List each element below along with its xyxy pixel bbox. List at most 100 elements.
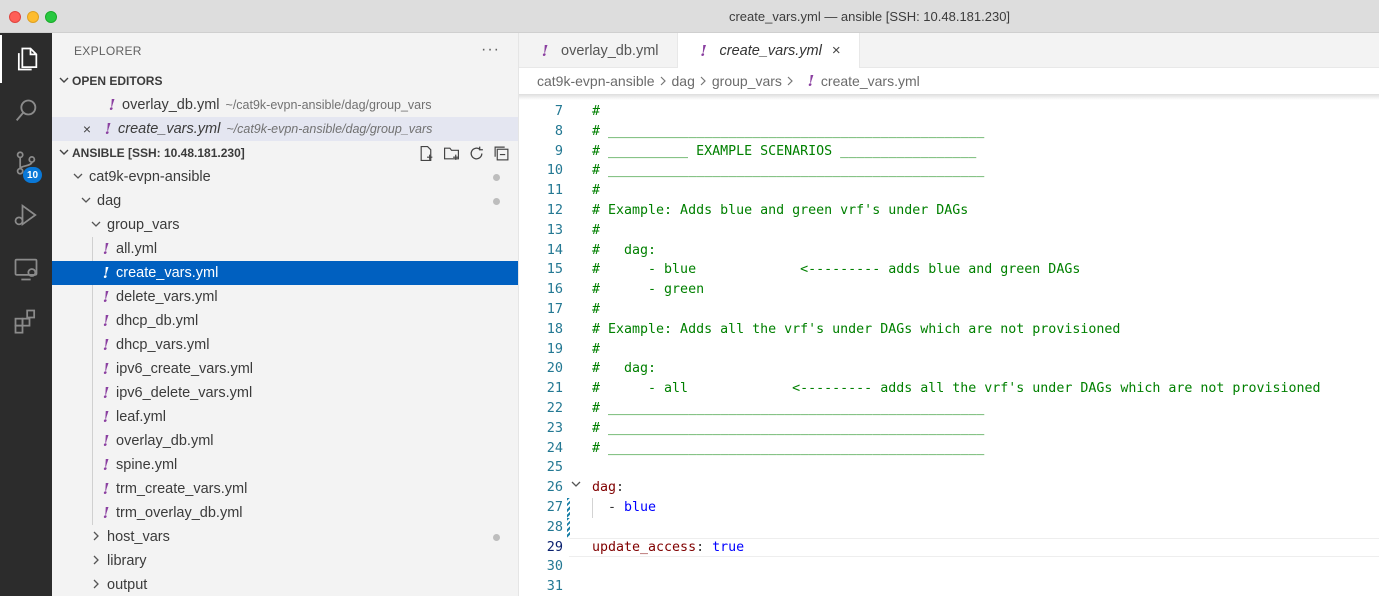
code-line: 10 # ____________________________________… <box>519 161 1379 181</box>
tree-file-item[interactable]: ! trm_overlay_db.yml <box>52 501 518 525</box>
tree-folder-output[interactable]: output <box>52 573 518 596</box>
tree-file-item[interactable]: ! ipv6_delete_vars.yml <box>52 381 518 405</box>
code-text: # dag: <box>592 243 656 258</box>
breadcrumb-item[interactable]: cat9k-evpn-ansible <box>537 73 655 89</box>
yaml-file-icon: ! <box>102 384 110 402</box>
line-number: 12 <box>546 201 563 218</box>
chevron-down-icon <box>56 75 72 88</box>
yaml-file-icon: ! <box>102 408 110 426</box>
yaml-value: blue <box>624 499 657 515</box>
workspace-header[interactable]: ANSIBLE [SSH: 10.48.181.230] <box>52 141 518 165</box>
extensions-icon <box>14 309 36 334</box>
tree-folder-group-vars[interactable]: group_vars <box>52 213 518 237</box>
activity-explorer[interactable] <box>0 35 52 83</box>
tree-file-item[interactable]: ! all.yml <box>52 237 518 261</box>
breadcrumb-item[interactable]: dag <box>672 73 695 89</box>
yaml-file-icon: ! <box>102 504 110 522</box>
yaml-file-icon: ! <box>700 41 707 60</box>
tree-folder-host-vars[interactable]: host_vars <box>52 525 518 549</box>
line-number: 15 <box>546 261 563 278</box>
line-number: 14 <box>546 241 563 258</box>
code-editor[interactable]: 7 #8 # ___________________________________… <box>519 102 1379 596</box>
chevron-down-icon <box>70 171 86 184</box>
indent-guide <box>92 285 93 309</box>
explorer-header: EXPLORER ··· <box>52 33 518 69</box>
line-number: 26 <box>546 479 563 496</box>
tree-file-label: overlay_db.yml <box>116 433 214 449</box>
yaml-comment: # ______________________________________… <box>592 163 985 179</box>
tree-file-item[interactable]: ! create_vars.yml <box>52 261 518 285</box>
line-number: 30 <box>546 558 563 575</box>
open-editor-item-active[interactable]: × ! create_vars.yml ~/cat9k-evpn-ansible… <box>52 117 518 141</box>
tab-close-button[interactable]: × <box>832 42 841 59</box>
open-editors-header[interactable]: OPEN EDITORS <box>52 69 518 93</box>
code-text: # <box>592 223 600 238</box>
group-vars-file-list: ! all.yml! create_vars.yml! delete_vars.yml… <box>52 237 518 525</box>
tree-file-label: spine.yml <box>116 457 178 473</box>
code-line: 12 # Example: Adds blue and green vrf's u… <box>519 201 1379 221</box>
code-text: dag: <box>592 480 624 495</box>
activity-source-control[interactable]: 10 <box>0 139 52 187</box>
tree-file-item[interactable]: ! trm_create_vars.yml <box>52 477 518 501</box>
modified-dot <box>493 534 500 541</box>
breadcrumb-item[interactable]: create_vars.yml <box>821 73 920 89</box>
collapse-all-icon[interactable] <box>493 145 510 162</box>
more-actions-button[interactable]: ··· <box>481 41 500 59</box>
code-line: 24 # ____________________________________… <box>519 439 1379 459</box>
tree-folder-library[interactable]: library <box>52 549 518 573</box>
new-folder-icon[interactable] <box>443 145 460 162</box>
open-editor-item[interactable]: ! overlay_db.yml ~/cat9k-evpn-ansible/da… <box>52 93 518 117</box>
open-editor-path: ~/cat9k-evpn-ansible/dag/group_vars <box>226 122 433 136</box>
close-editor-button[interactable]: × <box>80 121 94 137</box>
tree-folder-label: dag <box>97 193 122 209</box>
activity-bar: 10 <box>0 33 52 596</box>
activity-remote-explorer[interactable] <box>0 245 52 293</box>
yaml-comment: # - green <box>592 282 705 298</box>
yaml-file-icon: ! <box>102 288 110 306</box>
tab-create-vars[interactable]: ! create_vars.yml × <box>677 33 860 68</box>
yaml-comment: # <box>592 104 601 119</box>
yaml-comment: # - all <--------- adds all the vrf's un… <box>592 381 1321 397</box>
refresh-icon[interactable] <box>468 145 485 162</box>
code-line: 15 # - blue <--------- adds blue and gree… <box>519 260 1379 280</box>
yaml-key: update_access <box>592 539 697 555</box>
code-line: 11 # <box>519 181 1379 201</box>
tree-file-item[interactable]: ! delete_vars.yml <box>52 285 518 309</box>
tree-file-item[interactable]: ! ipv6_create_vars.yml <box>52 357 518 381</box>
tree-file-item[interactable]: ! spine.yml <box>52 453 518 477</box>
code-text: # - all <--------- adds all the vrf's un… <box>592 381 1321 396</box>
explorer-title: EXPLORER <box>74 44 142 58</box>
code-line: 26 dag: <box>519 478 1379 498</box>
code-line: 19 # <box>519 340 1379 360</box>
run-debug-icon <box>14 203 37 227</box>
tree-folder-label: output <box>107 577 148 593</box>
code-line: 14 # dag: <box>519 241 1379 261</box>
line-number: 8 <box>554 122 563 139</box>
tree-folder-root[interactable]: cat9k-evpn-ansible <box>52 165 518 189</box>
tree-file-label: trm_create_vars.yml <box>116 481 248 497</box>
yaml-comment: # <box>592 222 601 238</box>
git-change-marker[interactable] <box>567 517 570 538</box>
tree-file-label: dhcp_vars.yml <box>116 337 210 353</box>
tree-file-item[interactable]: ! leaf.yml <box>52 405 518 429</box>
tree-folder-dag[interactable]: dag <box>52 189 518 213</box>
search-icon <box>15 99 37 121</box>
tree-file-item[interactable]: ! dhcp_vars.yml <box>52 333 518 357</box>
open-editor-path: ~/cat9k-evpn-ansible/dag/group_vars <box>225 98 432 112</box>
breadcrumb-item[interactable]: group_vars <box>712 73 782 89</box>
activity-search[interactable] <box>0 87 52 135</box>
fold-chevron-icon[interactable] <box>571 479 585 492</box>
git-change-marker[interactable] <box>567 497 570 518</box>
tree-file-item[interactable]: ! dhcp_db.yml <box>52 309 518 333</box>
yaml-comment: # ______________________________________… <box>592 400 985 416</box>
activity-extensions[interactable] <box>0 297 52 345</box>
activity-run-debug[interactable] <box>0 191 52 239</box>
tree-folder-label: group_vars <box>107 217 180 233</box>
tree-file-item[interactable]: ! overlay_db.yml <box>52 429 518 453</box>
line-number: 28 <box>546 518 563 535</box>
tab-label: overlay_db.yml <box>561 42 659 59</box>
new-file-icon[interactable] <box>418 145 435 162</box>
tab-overlay-db[interactable]: ! overlay_db.yml <box>519 33 678 68</box>
tree-file-label: create_vars.yml <box>116 265 219 281</box>
code-text: # ______________________________________… <box>592 441 984 456</box>
